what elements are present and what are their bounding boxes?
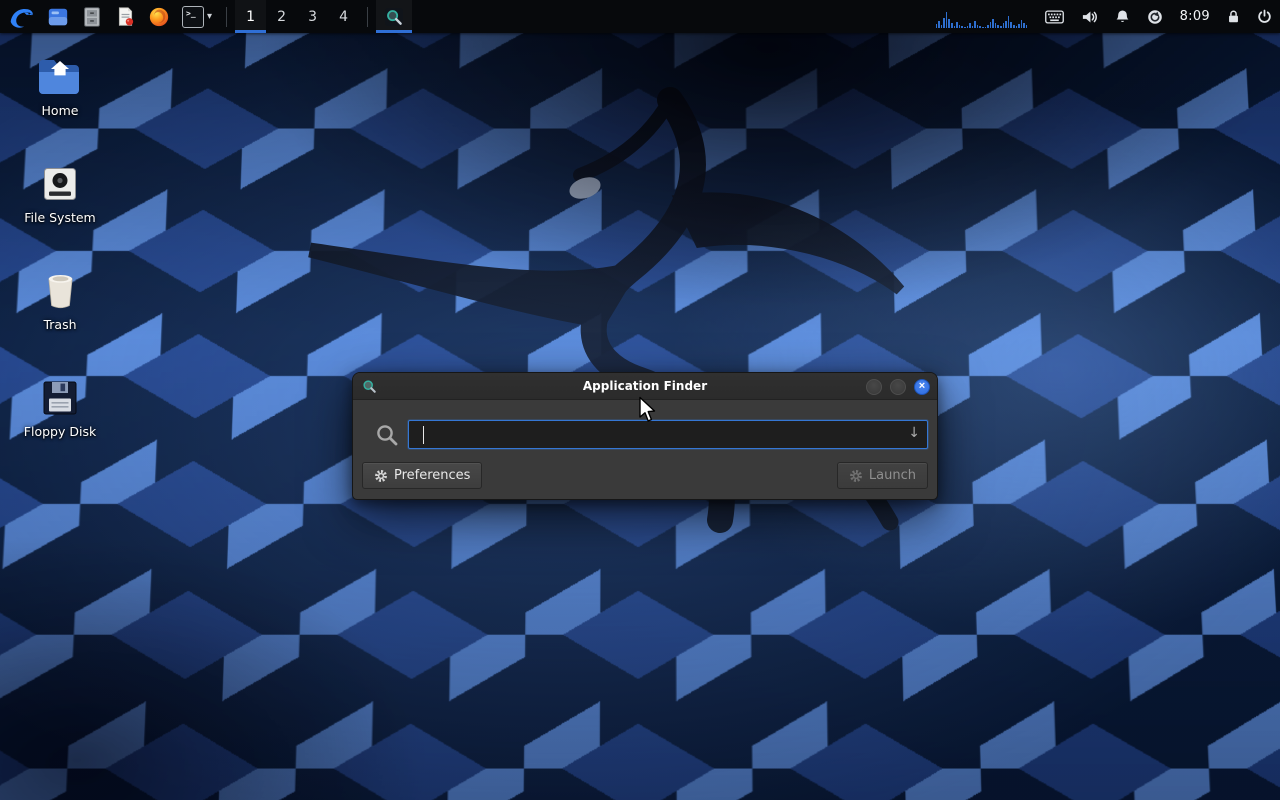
workspace-2[interactable]: 2 — [266, 0, 297, 33]
desktop-icon-floppy-disk[interactable]: Floppy Disk — [14, 369, 106, 456]
home-folder-icon — [37, 54, 83, 96]
firefox-button[interactable] — [142, 0, 176, 33]
launch-icon — [849, 469, 863, 483]
panel-left-group: >_ ▾ 1 2 3 4 — [0, 0, 412, 33]
dropdown-arrow-icon[interactable]: ↓ — [908, 425, 920, 441]
taskbar-application-finder[interactable] — [376, 0, 412, 33]
search-row: ↓ — [362, 420, 928, 449]
file-system-drive-icon — [41, 161, 79, 203]
minimize-button[interactable] — [866, 379, 882, 395]
window-body: ↓ Preferences — [353, 400, 937, 499]
desktop-icon-label: File System — [24, 211, 96, 225]
panel-separator — [367, 7, 368, 27]
document-icon — [115, 6, 136, 27]
search-text-field[interactable] — [417, 427, 901, 442]
top-panel: >_ ▾ 1 2 3 4 — [0, 0, 1280, 33]
preferences-label: Preferences — [394, 468, 470, 483]
window-title: Application Finder — [353, 379, 937, 393]
screen: >_ ▾ 1 2 3 4 — [0, 0, 1280, 800]
updates-icon[interactable] — [1147, 9, 1163, 25]
files-icon — [47, 6, 69, 28]
trash-can-icon — [44, 268, 77, 310]
search-icon — [375, 423, 399, 447]
application-finder-window: Application Finder × — [352, 372, 938, 500]
search-input[interactable]: ↓ — [408, 420, 928, 449]
application-finder-icon — [362, 379, 377, 394]
close-button[interactable]: × — [914, 379, 930, 395]
panel-separator — [226, 7, 227, 27]
titlebar[interactable]: Application Finder × — [353, 373, 937, 400]
preferences-button[interactable]: Preferences — [362, 462, 482, 489]
desktop-icon-trash[interactable]: Trash — [14, 262, 106, 349]
workspace-4[interactable]: 4 — [328, 0, 359, 33]
button-row: Preferences Launch — [362, 462, 928, 489]
kali-menu-button[interactable] — [2, 0, 41, 33]
terminal-launcher[interactable]: >_ ▾ — [176, 0, 218, 33]
text-caret — [423, 426, 424, 444]
cpu-graph[interactable] — [936, 6, 1028, 28]
file-manager-button[interactable] — [75, 0, 109, 33]
keyboard-icon[interactable] — [1045, 10, 1064, 24]
terminal-icon: >_ — [182, 6, 204, 28]
firefox-icon — [148, 6, 170, 28]
desktop-icon-home[interactable]: Home — [14, 48, 106, 135]
notifications-bell-icon[interactable] — [1115, 9, 1130, 24]
desktop-icon-column: Home File System — [14, 48, 106, 456]
application-finder-taskbar-icon — [384, 7, 404, 27]
desktop-icon-label: Home — [42, 104, 79, 118]
desktop-icon-label: Trash — [43, 318, 76, 332]
window-controls: × — [866, 373, 930, 400]
file-cabinet-icon — [81, 6, 103, 28]
text-editor-button[interactable] — [109, 0, 142, 33]
launch-button[interactable]: Launch — [837, 462, 928, 489]
desktop-icon-file-system[interactable]: File System — [14, 155, 106, 242]
workspace-1[interactable]: 1 — [235, 0, 266, 33]
workspace-3[interactable]: 3 — [297, 0, 328, 33]
clock[interactable]: 8:09 — [1180, 9, 1210, 24]
kali-logo-icon — [8, 3, 35, 30]
workspace-switcher: 1 2 3 4 — [235, 0, 359, 33]
gear-icon — [374, 469, 388, 483]
close-icon: × — [919, 381, 925, 392]
desktop-icon-label: Floppy Disk — [24, 425, 96, 439]
lock-icon[interactable] — [1227, 9, 1240, 24]
launch-label: Launch — [869, 468, 916, 483]
floppy-disk-icon — [41, 375, 79, 417]
files-launcher-button[interactable] — [41, 0, 75, 33]
volume-icon[interactable] — [1081, 9, 1098, 25]
power-icon[interactable] — [1257, 9, 1272, 24]
chevron-down-icon[interactable]: ▾ — [206, 12, 212, 22]
panel-right-group: 8:09 — [936, 0, 1280, 33]
terminal-prompt-glyph: >_ — [186, 9, 196, 18]
maximize-button[interactable] — [890, 379, 906, 395]
